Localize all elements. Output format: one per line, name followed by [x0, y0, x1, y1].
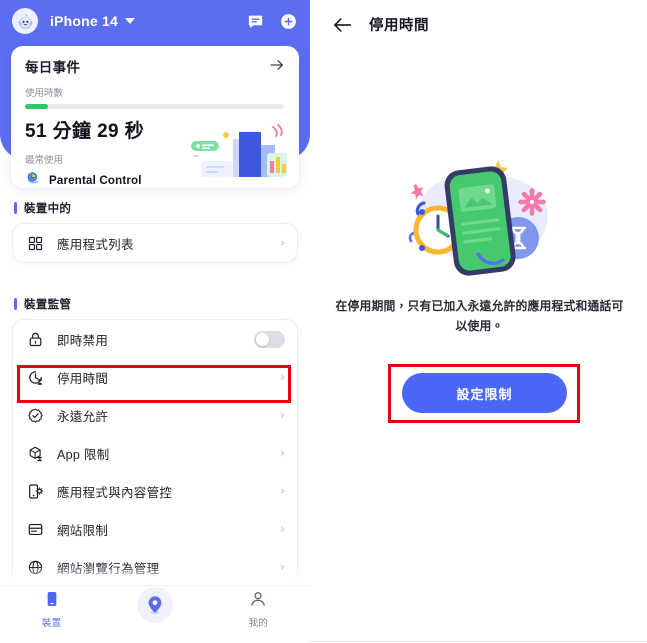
bottom-navigation: 裝置 我的 [0, 585, 310, 629]
phone-gear-icon [25, 483, 46, 500]
menu-item-label: 網站瀏覽行為管理 [57, 561, 160, 576]
monster-avatar-icon[interactable] [12, 8, 38, 34]
menu-item-label: 網站限制 [57, 523, 109, 538]
nav-tab-device[interactable]: 裝置 [0, 586, 103, 629]
menu-item-always-allowed[interactable]: 永遠允許 › [13, 396, 297, 434]
section-header-monitor: 裝置監管 [14, 296, 310, 312]
device-panel: iPhone 14 每日事件 使用時數 51 分鐘 29 秒 最常使用 Pare… [0, 0, 310, 643]
usage-chart-illustration [181, 123, 293, 186]
menu-item-label: 停用時間 [57, 371, 109, 386]
screenshot-root: iPhone 14 每日事件 使用時數 51 分鐘 29 秒 最常使用 Pare… [0, 0, 647, 643]
detail-header: 停用時間 [310, 0, 647, 35]
chevron-right-icon: › [280, 408, 285, 422]
plus-circle-icon[interactable] [279, 12, 298, 31]
device-name-label[interactable]: iPhone 14 [50, 13, 118, 29]
location-pin-icon [136, 587, 173, 623]
clock-hourglass-icon [25, 369, 46, 386]
lock-icon [25, 331, 46, 348]
daily-usage-card[interactable]: 每日事件 使用時數 51 分鐘 29 秒 最常使用 Parental Contr… [11, 46, 299, 188]
most-used-app-name: Parental Control [49, 174, 142, 187]
set-limit-button[interactable]: 設定限制 [402, 373, 567, 413]
menu-item-app-list[interactable]: 應用程式列表 › [13, 224, 297, 262]
nav-tab-label: 裝置 [41, 618, 62, 629]
menu-item-instant-block[interactable]: 即時禁用 [13, 320, 297, 358]
panel-bottom-divider [310, 641, 647, 642]
section-header-device: 裝置中的 [14, 200, 310, 216]
menu-item-label: 應用程式列表 [57, 237, 134, 252]
nav-tab-label: 我的 [248, 618, 269, 629]
chevron-right-icon: › [280, 560, 285, 574]
message-icon[interactable] [246, 12, 265, 31]
chevron-right-icon: › [280, 484, 285, 498]
arrow-left-icon[interactable] [332, 16, 353, 34]
menu-item-label: 即時禁用 [57, 333, 109, 348]
toggle-knob [256, 332, 269, 346]
menu-item-browsing-history[interactable]: 網站瀏覽行為管理 › [13, 548, 297, 586]
menu-item-content-control[interactable]: 應用程式與內容管控 › [13, 472, 297, 510]
check-badge-icon [25, 407, 46, 424]
grid-apps-icon [25, 235, 46, 252]
chevron-right-icon: › [280, 446, 285, 460]
section-monitor: 裝置監管 即時禁用 停用時間 › 永遠允許 › App 限制 › 應用程式與內容… [0, 296, 310, 587]
menu-item-downtime[interactable]: 停用時間 › [13, 358, 297, 396]
app-box-icon [25, 445, 46, 462]
chevron-right-icon: › [280, 236, 285, 250]
usage-card-title: 每日事件 [25, 60, 81, 75]
menu-item-label: App 限制 [57, 447, 110, 462]
usage-progress-bar [25, 104, 284, 109]
usage-hours-label: 使用時數 [25, 88, 64, 99]
page-title: 停用時間 [369, 18, 429, 34]
device-list-card: 應用程式列表 › [12, 223, 298, 263]
nav-tab-location[interactable] [103, 586, 206, 625]
device-icon [43, 590, 61, 613]
usage-card-header: 每日事件 [25, 56, 285, 76]
parental-control-app-icon [25, 170, 41, 188]
section-title-device: 裝置中的 [24, 203, 72, 215]
instant-block-toggle[interactable] [254, 330, 285, 348]
chevron-right-icon: › [280, 370, 285, 384]
usage-progress-fill [25, 104, 49, 109]
app-topbar: iPhone 14 [0, 0, 310, 42]
downtime-detail-panel: 停用時間 在停用期間，只有已加入永遠允許的應用程式和通話可以使用。 設定限制 [310, 0, 647, 643]
menu-item-app-limit[interactable]: App 限制 › [13, 434, 297, 472]
person-icon [249, 590, 267, 613]
chevron-right-icon: › [280, 522, 285, 536]
section-device: 裝置中的 應用程式列表 › [0, 200, 310, 263]
section-title-monitor: 裝置監管 [24, 299, 72, 311]
arrow-right-icon[interactable] [269, 58, 285, 75]
downtime-description: 在停用期間，只有已加入永遠允許的應用程式和通話可以使用。 [335, 299, 624, 334]
section-accent-bar [14, 202, 17, 214]
menu-item-label: 永遠允許 [57, 409, 109, 424]
globe-icon [25, 559, 46, 576]
menu-item-website-limit[interactable]: 網站限制 › [13, 510, 297, 548]
section-accent-bar [14, 298, 17, 310]
browser-window-icon [25, 521, 46, 538]
nav-tab-profile[interactable]: 我的 [207, 586, 310, 629]
menu-item-label: 應用程式與內容管控 [57, 485, 173, 500]
downtime-phone-clock-illustration [392, 142, 568, 297]
chevron-down-icon[interactable] [124, 18, 135, 24]
monitor-list-card: 即時禁用 停用時間 › 永遠允許 › App 限制 › 應用程式與內容管控 › … [12, 319, 298, 587]
